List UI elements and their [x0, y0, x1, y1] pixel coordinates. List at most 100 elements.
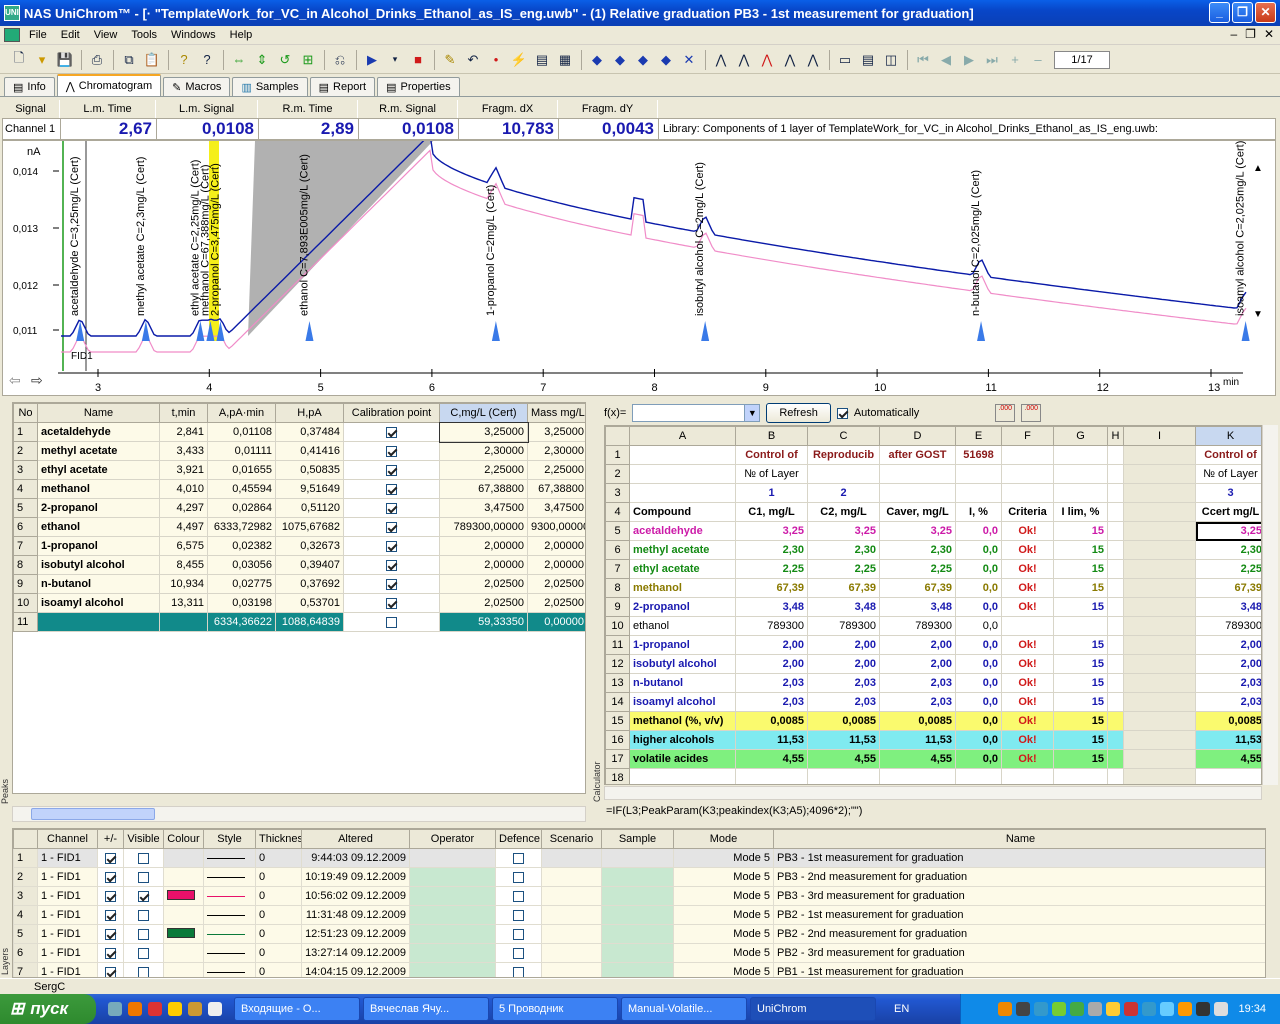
- sheet-cell[interactable]: 4,55: [1195, 749, 1261, 769]
- sheet-row[interactable]: 16 higher alcohols 11,53 11,53 11,53 0,0 Ok! 15…: [605, 730, 1261, 750]
- sheet-cell[interactable]: 789300: [807, 616, 880, 636]
- sheet-cell[interactable]: Ok!: [1001, 578, 1054, 598]
- calibration-checkbox[interactable]: [386, 616, 397, 628]
- peaks-row[interactable]: 1 acetaldehyde 2,841 0,01108 0,37484 3,25000 3…: [13, 421, 585, 443]
- calibration-cell[interactable]: [343, 555, 440, 575]
- plusminus-cell[interactable]: [97, 905, 124, 925]
- prev-peak-icon[interactable]: ◆: [586, 49, 608, 71]
- sheet-cell[interactable]: № of Layer: [735, 464, 808, 484]
- formula-bar[interactable]: =IF(L3;PeakParam(K3;peakindex(K3;A5);409…: [604, 802, 1280, 820]
- sheet-cell[interactable]: 4,55: [807, 749, 880, 769]
- page-indicator[interactable]: 1/17: [1054, 50, 1110, 69]
- sheet-cell[interactable]: 15: [1053, 540, 1108, 560]
- sheet-cell[interactable]: 67,39: [807, 578, 880, 598]
- defence-cell[interactable]: [495, 943, 542, 963]
- colour-cell[interactable]: [163, 962, 204, 977]
- sheet-cell[interactable]: 789300: [1195, 616, 1261, 636]
- scroll-left-icon[interactable]: ⇦: [9, 372, 21, 388]
- layer-row[interactable]: 21 - FID1 0 10:19:49 09.12.2009 Mode 5 PB3 -…: [13, 867, 1265, 887]
- sheet-cell[interactable]: 2,03: [807, 673, 880, 693]
- thickness-cell[interactable]: 0: [255, 886, 302, 906]
- sheet-cell[interactable]: 15: [1053, 635, 1108, 655]
- sheet-cell[interactable]: Ok!: [1001, 521, 1054, 541]
- sheet-cell[interactable]: 0,0: [955, 616, 1002, 636]
- sheet-cell[interactable]: 0,0085: [879, 711, 956, 731]
- sheet-cell[interactable]: 3,25: [735, 521, 808, 541]
- sheet-col-header[interactable]: F: [1001, 426, 1054, 446]
- sheet-corner[interactable]: [605, 426, 630, 446]
- tray-icon-6[interactable]: [1088, 1002, 1103, 1016]
- colour-swatch[interactable]: [167, 927, 195, 938]
- tangent-icon[interactable]: ⋀: [779, 49, 801, 71]
- zoom-in-icon[interactable]: +: [1004, 49, 1026, 71]
- sheet-cell[interactable]: 2,00: [879, 635, 956, 655]
- colour-cell[interactable]: [163, 905, 204, 925]
- layer-row[interactable]: 51 - FID1 0 12:51:23 09.12.2009 Mode 5 PB2 -…: [13, 924, 1265, 944]
- sheet-cell[interactable]: [1123, 768, 1196, 784]
- peaks-row[interactable]: 10 isoamyl alcohol 13,311 0,03198 0,53701 2,0…: [13, 593, 585, 613]
- sheet-cell[interactable]: [1053, 483, 1108, 503]
- style-cell[interactable]: [203, 848, 256, 868]
- sheet-cell[interactable]: Criteria: [1001, 502, 1054, 522]
- sheet-cell[interactable]: methyl acetate: [629, 540, 736, 560]
- sheet-cell[interactable]: [1001, 768, 1054, 784]
- maximize-button[interactable]: ❐: [1232, 2, 1253, 23]
- sheet-cell[interactable]: higher alcohols: [629, 730, 736, 750]
- down-peak-icon[interactable]: ◆: [655, 49, 677, 71]
- context-help-icon[interactable]: ?: [196, 49, 218, 71]
- language-indicator[interactable]: EN: [894, 1003, 909, 1015]
- task-explorer[interactable]: 5 Проводник: [492, 997, 618, 1021]
- thickness-cell[interactable]: 0: [255, 962, 302, 977]
- sheet-row-header[interactable]: 6: [605, 540, 630, 560]
- colour-cell[interactable]: [163, 924, 204, 944]
- sheet-cell[interactable]: 2,30: [807, 540, 880, 560]
- visible-cell[interactable]: [123, 924, 164, 944]
- fx-combo[interactable]: ▼: [632, 404, 761, 422]
- sheet-row[interactable]: 13n-butanol2,032,032,030,0Ok!152,030,0: [605, 673, 1261, 693]
- sheet-vscroll[interactable]: [1262, 425, 1278, 785]
- print-icon[interactable]: ⎙: [86, 49, 108, 71]
- thickness-cell[interactable]: 0: [255, 867, 302, 887]
- sheet-cell[interactable]: [1107, 521, 1124, 541]
- style-cell[interactable]: [203, 867, 256, 887]
- row-number[interactable]: 1: [13, 848, 38, 868]
- sheet-cell[interactable]: [629, 445, 736, 465]
- sheet-cell[interactable]: 15: [1053, 730, 1108, 750]
- new-icon[interactable]: 🗋: [8, 49, 30, 71]
- sheet-cell[interactable]: [1107, 616, 1124, 636]
- sheet-cell[interactable]: 1-propanol: [629, 635, 736, 655]
- sheet-cell[interactable]: [1107, 673, 1124, 693]
- peak-marker[interactable]: [491, 321, 500, 341]
- integrate-icon[interactable]: ⚡: [508, 49, 530, 71]
- sheet-row[interactable]: 8methanol67,3967,3967,390,0Ok!1567,390,0: [605, 578, 1261, 598]
- quicklaunch-firefox-icon[interactable]: [128, 1002, 142, 1016]
- tab-properties[interactable]: ▤ Properties: [377, 77, 460, 96]
- tray-icon-4[interactable]: [1052, 1002, 1067, 1016]
- defence-checkbox[interactable]: [513, 966, 524, 977]
- decimal-decrease-icon[interactable]: .000: [1021, 404, 1042, 422]
- marker-icon[interactable]: •: [485, 49, 507, 71]
- sheet-row[interactable]: 12 isobutyl alcohol 2,00 2,00 2,00 0,0 Ok! 15 2,…: [605, 654, 1261, 674]
- sheet-cell[interactable]: C1, mg/L: [735, 502, 808, 522]
- calculator-side-label[interactable]: Calculator: [592, 742, 604, 802]
- row-number[interactable]: 2: [13, 867, 38, 887]
- sheet-cell[interactable]: Control of: [1195, 445, 1261, 465]
- sheet-row[interactable]: 17 volatile acides 4,55 4,55 4,55 0,0 Ok! 15 4,5…: [605, 749, 1261, 769]
- style-cell[interactable]: [203, 924, 256, 944]
- quicklaunch-explorer-icon[interactable]: [108, 1002, 122, 1016]
- sheet-cell[interactable]: 2,00: [735, 654, 808, 674]
- sheet-cell[interactable]: 2,00: [879, 654, 956, 674]
- last-page-icon[interactable]: ⏭: [981, 49, 1003, 71]
- sheet-cell[interactable]: [879, 768, 956, 784]
- sheet-cell[interactable]: Ok!: [1001, 673, 1054, 693]
- split-peak-icon[interactable]: ⋀: [756, 49, 778, 71]
- layers-col-header[interactable]: Name: [773, 829, 1265, 849]
- sheet-cell[interactable]: Ok!: [1001, 654, 1054, 674]
- sheet-cell[interactable]: [1123, 597, 1196, 617]
- sheet-cell[interactable]: [735, 768, 808, 784]
- delete-peak-icon[interactable]: ✕: [678, 49, 700, 71]
- undo-icon[interactable]: ↶: [462, 49, 484, 71]
- layers-col-header[interactable]: Mode: [673, 829, 774, 849]
- layer-row[interactable]: 61 - FID1 0 13:27:14 09.12.2009 Mode 5 PB2 -…: [13, 943, 1265, 963]
- sheet-col-header[interactable]: A: [629, 426, 736, 446]
